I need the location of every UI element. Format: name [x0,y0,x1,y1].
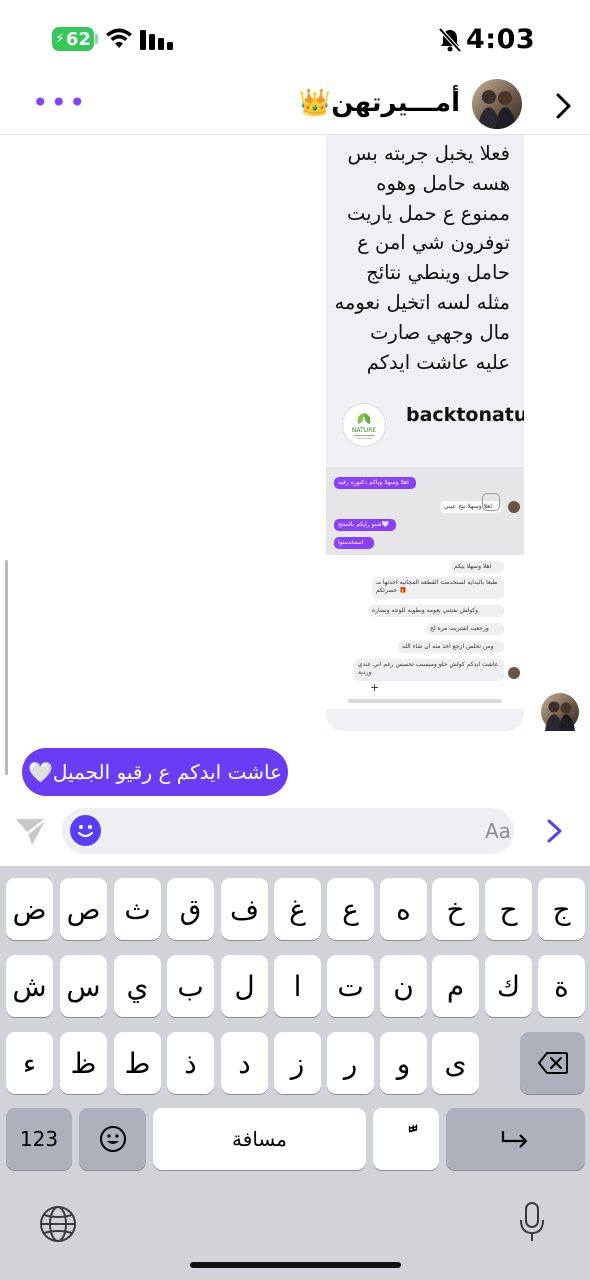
key[interactable]: و [380,1032,427,1094]
mini-message: وكولش نفتتني نعومه وبطوبه للوجه ونضاره [368,605,504,617]
key[interactable]: ي [114,955,161,1017]
diacritic-key[interactable]: ًّ [373,1108,439,1170]
scroll-indicator [5,560,8,775]
wifi-icon [106,28,132,48]
home-indicator [190,1262,401,1268]
contact-avatar[interactable] [472,79,522,129]
charging-bolt-icon: ⚡ [55,31,65,47]
key[interactable]: ه [380,878,427,940]
key[interactable]: ل [221,955,268,1017]
shared-screenshot: اهلا وسهلا وياكم دكتوره رفيه اهلا وسهلا … [326,467,524,709]
battery-level: 62 [65,28,91,50]
key[interactable]: ظ [60,1032,107,1094]
key[interactable]: ش [6,955,53,1017]
plus-icon: + [370,681,380,694]
paper-plane-icon[interactable] [14,815,48,847]
mini-avatar [508,501,520,513]
source-logo: NATURE [342,403,386,447]
key[interactable]: ز [274,1032,321,1094]
battery-cap [95,34,98,44]
key[interactable]: ص [60,878,107,940]
input-placeholder: Aa [485,819,511,843]
backspace-key[interactable] [520,1032,585,1094]
return-key[interactable] [446,1108,585,1170]
source-account-name[interactable]: backtonature.br [406,401,524,429]
key[interactable]: م [432,955,479,1017]
key[interactable]: ر [327,1032,374,1094]
mini-avatar [508,667,520,679]
key[interactable]: ع [327,878,374,940]
more-dots-icon[interactable]: ••• [32,89,88,117]
mini-message: ومن تخلص ارجع اخذ منه ان شاء الله [398,641,504,653]
key[interactable]: ط [114,1032,161,1094]
key[interactable]: ث [114,878,161,940]
screenshot-input-bar [348,699,502,703]
key[interactable]: خ [432,878,479,940]
mini-message: اهلا وسهلا بيكم [450,561,504,573]
nature-leaf-icon: NATURE [352,413,376,439]
key[interactable]: ض [6,878,53,940]
backspace-icon [537,1052,568,1074]
key[interactable]: ف [221,878,268,940]
key[interactable]: ى [432,1032,479,1094]
battery-indicator: ⚡ 62 [52,27,94,51]
avatar-photo [545,701,575,731]
emoji-keyboard-key[interactable] [79,1108,146,1170]
key[interactable]: ء [6,1032,53,1094]
key[interactable]: ذ [167,1032,214,1094]
key[interactable]: ج [538,878,585,940]
key[interactable]: ح [485,878,532,940]
key[interactable]: ب [167,955,214,1017]
camera-icon [482,493,500,511]
silent-bell-icon [438,27,462,53]
key[interactable]: ة [538,955,585,1017]
shared-post-card[interactable]: فعلا يخبل جربته بس هسه حامل وهوه ممنوع ع… [326,135,524,731]
shared-post-text: فعلا يخبل جربته بس هسه حامل وهوه ممنوع ع… [334,142,510,374]
sender-avatar[interactable] [541,693,579,731]
logo-text: NATURE [352,427,376,434]
globe-icon[interactable] [38,1204,78,1244]
clock: 4:03 [466,24,536,55]
emoji-keyboard-icon [99,1126,126,1152]
space-key[interactable]: مسافة [153,1108,366,1170]
mini-message: شنو رايكم بالمنتج🤍 [334,519,396,531]
emoji-icon[interactable] [70,815,101,846]
back-chevron-icon[interactable] [554,92,574,120]
smiley-face-icon [77,825,94,838]
cellular-signal-icon [140,30,173,50]
key[interactable]: د [221,1032,268,1094]
key[interactable]: ك [485,955,532,1017]
status-bar: ⚡ 62 4:03 [0,0,590,80]
message-input[interactable] [62,808,514,854]
mini-message: ورجعت اشتريت مره لخ [426,623,504,635]
mini-message: عاشت ايدكم كولش حلو وميسبب تحسس رغم اني … [354,659,504,681]
mini-message: طبعا بالبدايه لستخدمت القطعه المجانيه اخ… [372,577,504,599]
key[interactable]: ت [327,955,374,1017]
key[interactable]: ا [274,955,321,1017]
key[interactable]: ق [167,878,214,940]
my-message-bubble[interactable]: عاشت ايدكم ع رقيو الجميل🤍 [22,748,288,796]
return-arrow-icon [501,1131,527,1148]
avatar-photo [478,90,516,129]
key[interactable]: غ [274,878,321,940]
contact-name[interactable]: أمـــيرتهن👑 [299,88,460,118]
key[interactable]: ن [380,955,427,1017]
microphone-icon[interactable] [518,1200,546,1244]
key[interactable]: س [60,955,107,1017]
mini-message: اهلا وسهلا وياكم دكتوره رفيه [334,477,416,489]
mini-message: استخدمتوا [334,537,374,549]
numbers-key[interactable]: 123 [6,1108,72,1170]
send-chevron-icon[interactable] [546,818,564,844]
